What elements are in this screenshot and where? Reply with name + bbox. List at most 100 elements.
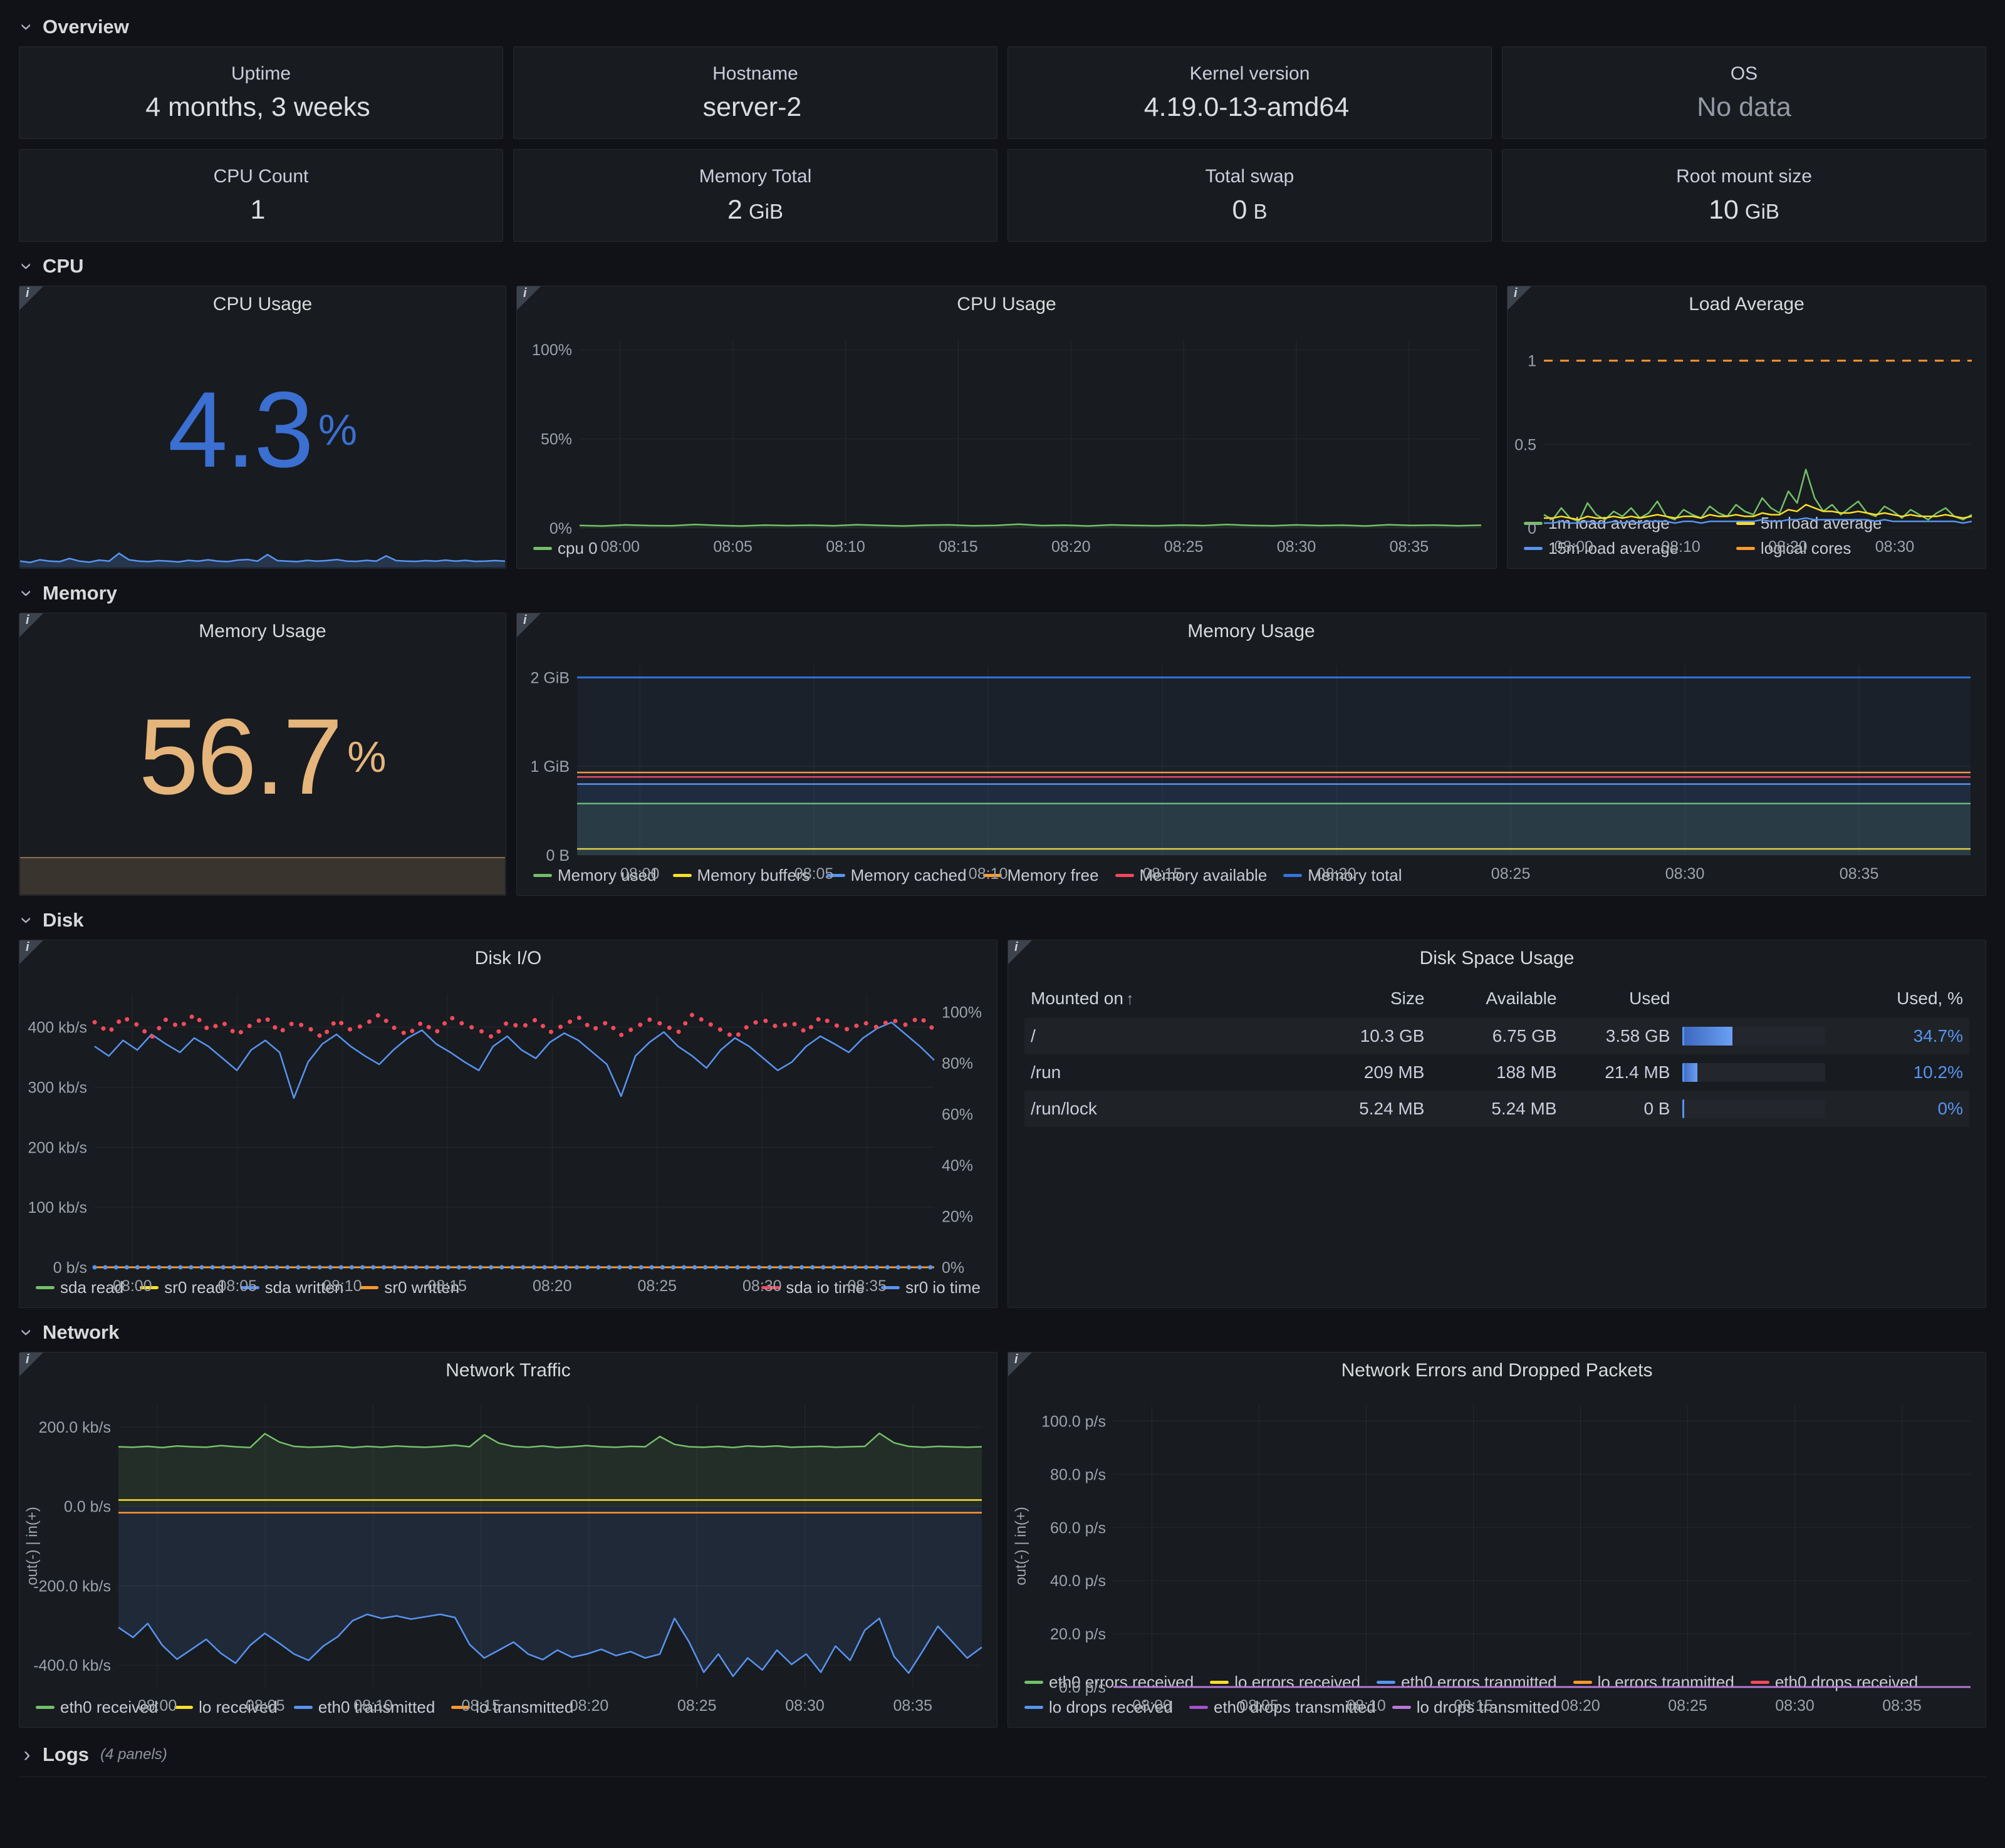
cell-used: 21.4 MB (1563, 1054, 1677, 1091)
disk-row: i Disk I/O 0 b/s100 kb/s200 kb/s300 kb/s… (19, 940, 1986, 1308)
svg-text:08:05: 08:05 (713, 538, 753, 556)
stat-value: No data (1697, 92, 1791, 123)
table-row[interactable]: / 10.3 GB 6.75 GB 3.58 GB 34.7% (1024, 1018, 1969, 1054)
col-header-used-pct[interactable]: Used, % (1676, 979, 1969, 1018)
panel-title[interactable]: CPU Usage (19, 286, 506, 323)
chevron-down-icon: › (16, 19, 38, 35)
svg-text:08:15: 08:15 (461, 1697, 501, 1715)
panel-network-traffic: i Network Traffic 200.0 kb/s0.0 b/s-200.… (19, 1352, 997, 1728)
svg-text:80%: 80% (942, 1055, 973, 1072)
panel-title[interactable]: Memory Usage (19, 613, 506, 650)
svg-text:08:10: 08:10 (826, 538, 865, 556)
panel-network-errors: i Network Errors and Dropped Packets 0.0… (1008, 1352, 1986, 1728)
svg-text:60%: 60% (942, 1106, 973, 1124)
stat-title: Memory Total (699, 166, 812, 187)
network-errors-chart[interactable]: 0.0 p/s20.0 p/s40.0 p/s60.0 p/s80.0 p/s1… (1008, 1389, 1986, 1670)
svg-text:08:35: 08:35 (1390, 538, 1429, 556)
section-title-cpu: CPU (43, 255, 83, 278)
panel-title[interactable]: Network Errors and Dropped Packets (1008, 1352, 1986, 1389)
stat-value: 1 (251, 195, 272, 226)
svg-text:100 kb/s: 100 kb/s (28, 1199, 87, 1217)
stat-title: Root mount size (1676, 166, 1812, 187)
svg-text:20%: 20% (942, 1208, 973, 1226)
stat-value: 2GiB (727, 195, 783, 226)
row-header-overview[interactable]: › Overview (19, 8, 1986, 46)
svg-text:08:15: 08:15 (939, 538, 978, 556)
col-header-mounted-on[interactable]: Mounted on↑ (1024, 979, 1308, 1018)
panel-memory-usage-graph: i Memory Usage 0 B1 GiB2 GiB08:0008:0508… (516, 613, 1986, 896)
svg-text:08:30: 08:30 (742, 1277, 782, 1295)
usage-bar (1682, 1027, 1825, 1046)
stat-value: 0B (1232, 195, 1268, 226)
svg-text:08:35: 08:35 (848, 1277, 887, 1295)
panel-title[interactable]: Memory Usage (517, 613, 1986, 650)
table-row[interactable]: /run 209 MB 188 MB 21.4 MB 10.2% (1024, 1054, 1969, 1091)
memory-usage-chart[interactable]: 0 B1 GiB2 GiB08:0008:0508:1008:1508:2008… (517, 650, 1986, 863)
svg-text:100%: 100% (532, 341, 572, 359)
col-header-size[interactable]: Size (1308, 979, 1430, 1018)
svg-text:08:10: 08:10 (323, 1277, 362, 1295)
stat-title: Total swap (1206, 166, 1294, 187)
stat-title: OS (1731, 63, 1758, 85)
cell-available: 6.75 GB (1430, 1018, 1563, 1054)
cpu-usage-chart[interactable]: 0%50%100%08:0008:0508:1008:1508:2008:250… (517, 323, 1496, 536)
svg-text:08:20: 08:20 (1051, 538, 1091, 556)
svg-text:08:25: 08:25 (677, 1697, 717, 1715)
table-header-row: Mounted on↑ Size Available Used Used, % (1024, 979, 1969, 1018)
stat-panel-cpu-count[interactable]: CPU Count 1 (19, 149, 503, 242)
stat-panel-memory-total[interactable]: Memory Total 2GiB (513, 149, 997, 242)
col-header-available[interactable]: Available (1430, 979, 1563, 1018)
stat-panel-kernel-version[interactable]: Kernel version 4.19.0-13-amd64 (1008, 46, 1492, 139)
stat-panel-os[interactable]: OS No data (1502, 46, 1986, 139)
usage-percent: 0% (1900, 1099, 1963, 1119)
svg-text:08:05: 08:05 (1239, 1697, 1279, 1715)
panel-title[interactable]: Network Traffic (19, 1352, 997, 1389)
stat-panel-total-swap[interactable]: Total swap 0B (1008, 149, 1492, 242)
section-title-overview: Overview (43, 16, 129, 38)
chevron-right-icon: › (19, 1744, 35, 1765)
panel-title[interactable]: Load Average (1508, 286, 1986, 323)
network-traffic-chart[interactable]: 200.0 kb/s0.0 b/s-200.0 kb/s-400.0 kb/s0… (19, 1389, 997, 1695)
disk-io-chart[interactable]: 0 b/s100 kb/s200 kb/s300 kb/s400 kb/s0%2… (19, 977, 997, 1275)
row-header-cpu[interactable]: › CPU (19, 247, 1986, 286)
panel-disk-space-usage: i Disk Space Usage Mounted on↑ Size Avai… (1008, 940, 1986, 1308)
svg-text:1 GiB: 1 GiB (530, 758, 570, 776)
svg-text:-200.0 kb/s: -200.0 kb/s (33, 1577, 111, 1595)
memory-row: i Memory Usage 56.7 % i Memory Usage 0 B… (19, 613, 1986, 896)
svg-text:200.0 kb/s: 200.0 kb/s (39, 1419, 111, 1436)
stat-value: 10GiB (1709, 195, 1779, 226)
svg-text:300 kb/s: 300 kb/s (28, 1079, 87, 1097)
cell-mounted-on: /run (1024, 1054, 1308, 1091)
row-header-memory[interactable]: › Memory (19, 574, 1986, 613)
svg-text:08:35: 08:35 (893, 1697, 932, 1715)
svg-text:08:00: 08:00 (138, 1697, 177, 1715)
svg-text:100.0 p/s: 100.0 p/s (1041, 1413, 1106, 1430)
svg-text:out(-) | in(+): out(-) | in(+) (1013, 1507, 1029, 1586)
load-average-chart[interactable]: 00.5108:0008:1008:2008:30 (1508, 323, 1986, 511)
stat-panel-hostname[interactable]: Hostname server-2 (513, 46, 997, 139)
svg-text:08:10: 08:10 (1346, 1697, 1386, 1715)
cell-size: 5.24 MB (1308, 1091, 1430, 1127)
stat-panel-uptime[interactable]: Uptime 4 months, 3 weeks (19, 46, 503, 139)
usage-bar (1682, 1063, 1825, 1082)
svg-text:08:20: 08:20 (533, 1277, 572, 1295)
svg-text:200 kb/s: 200 kb/s (28, 1139, 87, 1156)
row-header-logs[interactable]: › Logs (4 panels) (19, 1733, 1986, 1777)
panel-title[interactable]: Disk Space Usage (1008, 940, 1986, 977)
svg-text:08:10: 08:10 (353, 1697, 393, 1715)
row-header-network[interactable]: › Network (19, 1313, 1986, 1352)
usage-bar (1682, 1099, 1825, 1118)
stat-panel-root-mount-size[interactable]: Root mount size 10GiB (1502, 149, 1986, 242)
svg-text:08:00: 08:00 (620, 865, 660, 883)
usage-percent: 34.7% (1900, 1026, 1963, 1046)
table-row[interactable]: /run/lock 5.24 MB 5.24 MB 0 B 0% (1024, 1091, 1969, 1127)
cell-available: 5.24 MB (1430, 1091, 1563, 1127)
cell-used: 0 B (1563, 1091, 1677, 1127)
cell-mounted-on: / (1024, 1018, 1308, 1054)
svg-text:08:05: 08:05 (794, 865, 834, 883)
row-header-disk[interactable]: › Disk (19, 901, 1986, 940)
panel-title[interactable]: CPU Usage (517, 286, 1496, 323)
col-header-used[interactable]: Used (1563, 979, 1677, 1018)
svg-text:08:00: 08:00 (1555, 538, 1594, 556)
panel-title[interactable]: Disk I/O (19, 940, 997, 977)
